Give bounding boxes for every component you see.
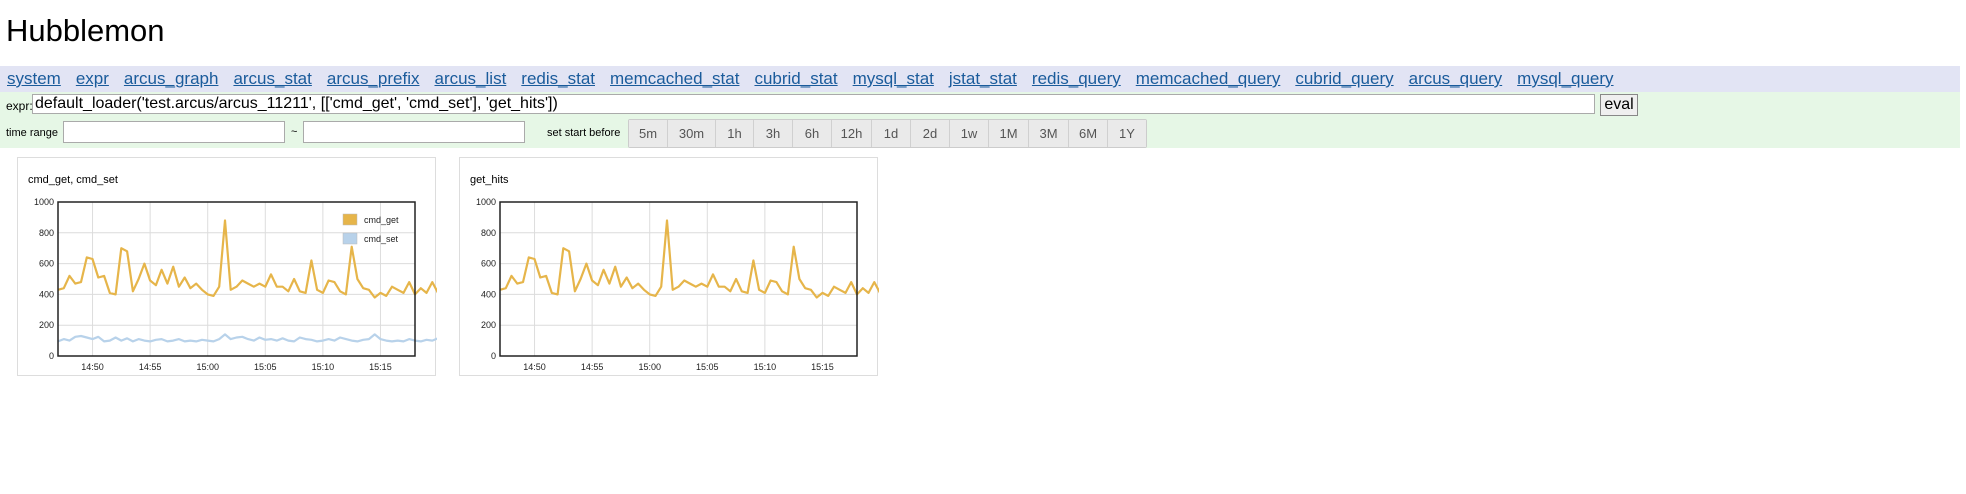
y-tick-label: 200 bbox=[39, 320, 54, 330]
y-tick-label: 600 bbox=[481, 259, 496, 269]
expr-row: expr: eval bbox=[0, 92, 1960, 118]
x-tick-label: 15:00 bbox=[196, 362, 219, 372]
nav-link-arcus-stat[interactable]: arcus_stat bbox=[233, 69, 311, 89]
nav-link-expr[interactable]: expr bbox=[76, 69, 109, 89]
preset-1M-button[interactable]: 1M bbox=[989, 120, 1029, 147]
nav-link-memcached-stat[interactable]: memcached_stat bbox=[610, 69, 739, 89]
page-title: Hubblemon bbox=[6, 13, 165, 48]
expr-input[interactable] bbox=[32, 94, 1595, 114]
expr-label: expr: bbox=[6, 99, 33, 113]
preset-1Y-button[interactable]: 1Y bbox=[1108, 120, 1146, 147]
y-tick-label: 400 bbox=[39, 289, 54, 299]
nav-link-arcus-list[interactable]: arcus_list bbox=[434, 69, 506, 89]
preset-6M-button[interactable]: 6M bbox=[1069, 120, 1108, 147]
line-chart: 0 200 400 600 800 1000 14:50 14:55 15:00 15:05 15:… bbox=[476, 197, 879, 372]
preset-3M-button[interactable]: 3M bbox=[1029, 120, 1069, 147]
plot-frame bbox=[57, 201, 416, 357]
legend-swatch bbox=[342, 213, 358, 226]
preset-3h-button[interactable]: 3h bbox=[754, 120, 793, 147]
nav-link-arcus-graph[interactable]: arcus_graph bbox=[124, 69, 219, 89]
nav-link-jstat-stat[interactable]: jstat_stat bbox=[949, 69, 1017, 89]
nav-link-redis-stat[interactable]: redis_stat bbox=[521, 69, 595, 89]
x-tick-label: 15:05 bbox=[696, 362, 719, 372]
nav-link-arcus-query[interactable]: arcus_query bbox=[1409, 69, 1503, 89]
x-tick-label: 14:55 bbox=[581, 362, 604, 372]
y-tick-label: 800 bbox=[481, 228, 496, 238]
nav-link-mysql-stat[interactable]: mysql_stat bbox=[853, 69, 934, 89]
range-end-input[interactable] bbox=[303, 121, 525, 143]
x-tick-label: 15:05 bbox=[254, 362, 277, 372]
preset-5m-button[interactable]: 5m bbox=[629, 120, 668, 147]
y-tick-label: 400 bbox=[481, 289, 496, 299]
legend-swatch bbox=[342, 232, 358, 245]
preset-30m-button[interactable]: 30m bbox=[668, 120, 716, 147]
preset-2d-button[interactable]: 2d bbox=[911, 120, 950, 147]
x-tick-label: 14:50 bbox=[81, 362, 104, 372]
range-separator: ~ bbox=[291, 126, 298, 138]
preset-12h-button[interactable]: 12h bbox=[832, 120, 872, 147]
y-tick-label: 0 bbox=[491, 351, 496, 361]
eval-button[interactable]: eval bbox=[1600, 94, 1638, 116]
nav-link-mysql-query[interactable]: mysql_query bbox=[1517, 69, 1613, 89]
time-range-row: time range ~ set start before 5m 30m 1h 3h 6… bbox=[0, 118, 1960, 148]
legend-label: cmd_get bbox=[364, 215, 399, 225]
x-tick-label: 15:00 bbox=[638, 362, 661, 372]
time-preset-group: 5m 30m 1h 3h 6h 12h 1d 2d 1w 1M 3M 6M 1Y bbox=[628, 119, 1147, 148]
nav-link-arcus-prefix[interactable]: arcus_prefix bbox=[327, 69, 420, 89]
x-tick-label: 14:55 bbox=[139, 362, 162, 372]
nav-link-redis-query[interactable]: redis_query bbox=[1032, 69, 1121, 89]
line-chart: 0 200 400 600 800 1000 14:50 14:55 15:00 15:05 15:… bbox=[34, 197, 437, 372]
preset-1h-button[interactable]: 1h bbox=[716, 120, 754, 147]
x-tick-label: 15:15 bbox=[811, 362, 834, 372]
y-tick-label: 200 bbox=[481, 320, 496, 330]
nav-bar: system expr arcus_graph arcus_stat arcus_pre… bbox=[0, 66, 1960, 92]
x-tick-label: 15:10 bbox=[754, 362, 777, 372]
plot-frame bbox=[499, 201, 858, 357]
legend-label: cmd_set bbox=[364, 234, 399, 244]
preset-6h-button[interactable]: 6h bbox=[793, 120, 832, 147]
time-range-label: time range bbox=[6, 127, 58, 139]
nav-link-cubrid-stat[interactable]: cubrid_stat bbox=[754, 69, 837, 89]
x-tick-label: 15:10 bbox=[312, 362, 335, 372]
x-tick-label: 14:50 bbox=[523, 362, 546, 372]
y-tick-label: 1000 bbox=[476, 197, 496, 207]
x-tick-label: 15:15 bbox=[369, 362, 392, 372]
y-tick-label: 1000 bbox=[34, 197, 54, 207]
preset-1d-button[interactable]: 1d bbox=[872, 120, 911, 147]
chart-panel-get-hits: get_hits 0 200 400 600 800 1000 14:50 14:55 15:0… bbox=[459, 157, 879, 376]
preset-1w-button[interactable]: 1w bbox=[950, 120, 989, 147]
y-tick-label: 800 bbox=[39, 228, 54, 238]
y-tick-label: 600 bbox=[39, 259, 54, 269]
nav-link-cubrid-query[interactable]: cubrid_query bbox=[1295, 69, 1393, 89]
nav-link-memcached-query[interactable]: memcached_query bbox=[1136, 69, 1281, 89]
chart-panel-cmd-get-cmd-set: cmd_get, cmd_set 0 200 400 600 800 1000 14:50 1… bbox=[17, 157, 437, 376]
range-start-input[interactable] bbox=[63, 121, 285, 143]
y-tick-label: 0 bbox=[49, 351, 54, 361]
nav-link-system[interactable]: system bbox=[7, 69, 61, 89]
set-start-before-label: set start before bbox=[547, 127, 621, 139]
